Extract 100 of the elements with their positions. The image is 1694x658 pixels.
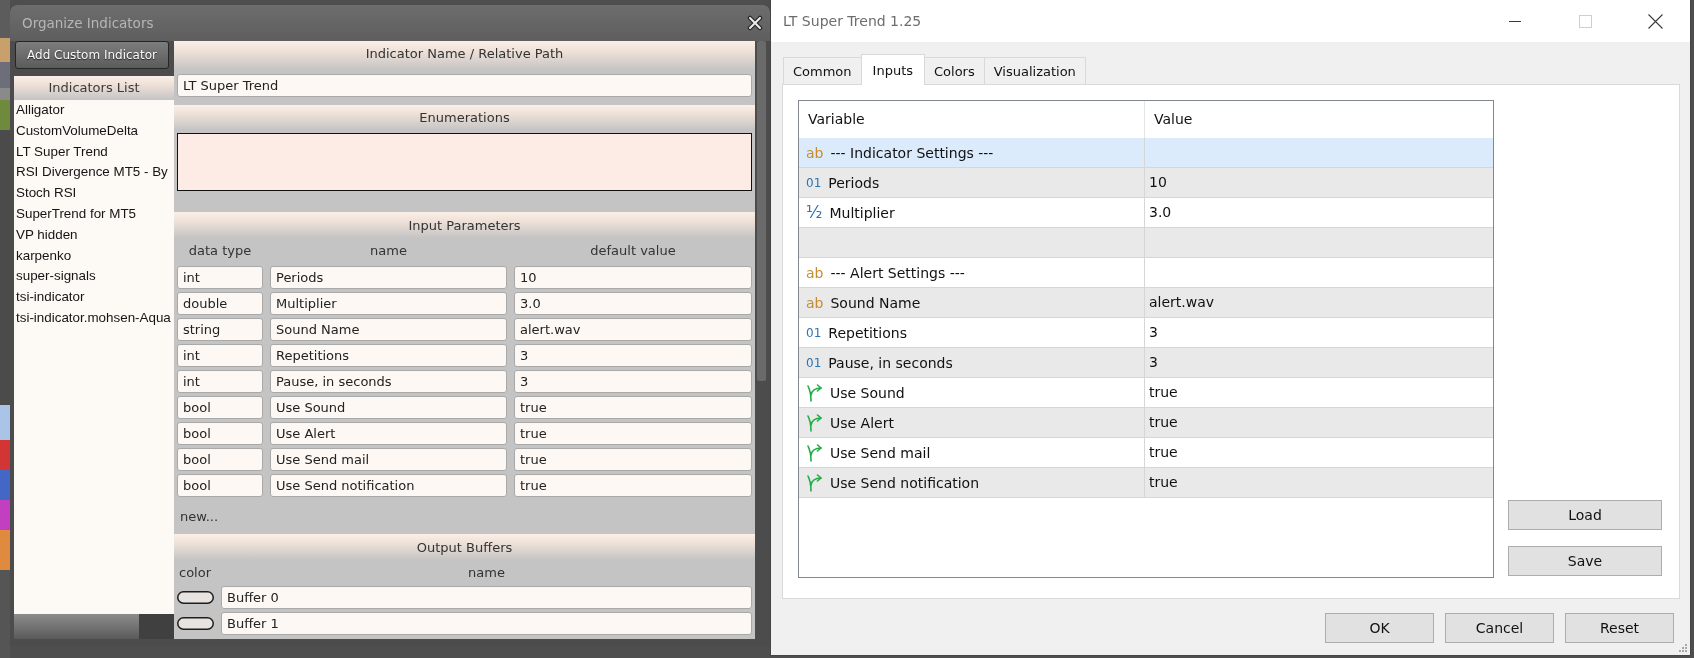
parameter-name-field[interactable]: Periods	[270, 266, 507, 289]
dialog-button[interactable]: Reset	[1565, 613, 1674, 643]
variable-name: Multiplier	[829, 204, 895, 221]
grid-row[interactable]: ab --- Alert Settings ---	[799, 258, 1493, 288]
string-type-icon: ab	[806, 295, 824, 310]
list-item[interactable]: tsi-indicator.mohsen-Aqua	[14, 307, 174, 329]
value-cell-text: 3.0	[1148, 203, 1173, 222]
scrollbar-thumb[interactable]	[757, 41, 766, 381]
grid-row[interactable]: ab Sound Name alert.wav	[799, 288, 1493, 318]
default-value-field[interactable]: alert.wav	[514, 318, 752, 341]
list-item[interactable]: Alligator	[14, 100, 174, 121]
data-type-field[interactable]: bool	[177, 422, 263, 445]
dialog-button[interactable]: Cancel	[1445, 613, 1554, 643]
dialog-button[interactable]: Save	[1508, 546, 1662, 576]
data-type-field[interactable]: int	[177, 266, 263, 289]
default-value-field[interactable]: 3.0	[514, 292, 752, 315]
close-icon[interactable]	[747, 15, 763, 31]
data-type-field[interactable]: string	[177, 318, 263, 341]
minimize-icon[interactable]	[1509, 20, 1521, 22]
buffer-name-field[interactable]: Buffer 0	[221, 586, 752, 609]
parameter-name-field[interactable]: Use Send notification	[270, 474, 507, 497]
list-item[interactable]: LT Super Trend	[14, 141, 174, 163]
data-type-field[interactable]: int	[177, 370, 263, 393]
list-item[interactable]: karpenko	[14, 245, 174, 267]
fraction-type-icon: ½	[806, 204, 823, 221]
branch-arrow-icon	[806, 383, 823, 402]
data-type-field[interactable]: bool	[177, 396, 263, 419]
default-value-field[interactable]: true	[514, 422, 752, 445]
default-value-field[interactable]: true	[514, 396, 752, 419]
list-item[interactable]: super-signals	[14, 266, 174, 288]
grid-row[interactable]: 01 Repetitions 3	[799, 318, 1493, 348]
integer-type-icon: 01	[806, 176, 822, 189]
default-value-field[interactable]: 3	[514, 344, 752, 367]
default-value-field[interactable]: true	[514, 448, 752, 471]
default-value-field[interactable]: 10	[514, 266, 752, 289]
tab[interactable]: Common	[783, 57, 862, 84]
grid-row[interactable]: ½ Multiplier 3.0	[799, 198, 1493, 228]
scrollbar-thumb[interactable]	[14, 614, 139, 639]
grid-row[interactable]: Use Send notification true	[799, 468, 1493, 498]
value-cell-text: 3	[1148, 353, 1159, 372]
grid-row[interactable]: Use Alert true	[799, 408, 1493, 438]
text-field[interactable]: LT Super Trend	[177, 74, 752, 97]
data-type-field[interactable]: double	[177, 292, 263, 315]
resize-grip-icon[interactable]	[1679, 644, 1687, 652]
tab[interactable]: Visualization	[983, 57, 1086, 84]
list-item[interactable]: tsi-indicator	[14, 287, 174, 308]
value-cell-text: 3	[1148, 323, 1159, 342]
parameter-name-field[interactable]: Pause, in seconds	[270, 370, 507, 393]
value-cell-text: true	[1148, 473, 1179, 492]
branch-arrow-icon	[806, 473, 823, 492]
string-type-icon: ab	[806, 265, 824, 280]
data-type-field[interactable]: bool	[177, 448, 263, 471]
variable-name: Use Alert	[830, 414, 894, 431]
integer-type-icon: 01	[806, 356, 822, 369]
dialog-button[interactable]: OK	[1325, 613, 1434, 643]
integer-type-icon: 01	[806, 326, 822, 339]
parameter-name-field[interactable]: Repetitions	[270, 344, 507, 367]
data-type-field[interactable]: int	[177, 344, 263, 367]
parameter-name-field[interactable]: Use Send mail	[270, 448, 507, 471]
variable-name: Use Sound	[830, 384, 905, 401]
parameter-name-field[interactable]: Use Alert	[270, 422, 507, 445]
horizontal-scrollbar[interactable]	[14, 614, 174, 639]
variable-name: --- Indicator Settings ---	[830, 144, 994, 161]
close-icon[interactable]	[1647, 13, 1663, 29]
list-item[interactable]: RSI Divergence MT5 - By	[14, 162, 174, 184]
grid-row[interactable]: ab --- Indicator Settings ---	[799, 138, 1493, 168]
parameter-name-field[interactable]: Use Sound	[270, 396, 507, 419]
grid-row[interactable]: 01 Periods 10	[799, 168, 1493, 198]
section-header: Input Parameters	[174, 212, 755, 238]
variable-name: Pause, in seconds	[828, 354, 953, 371]
variable-name: Repetitions	[828, 324, 907, 341]
window-title: LT Super Trend 1.25	[783, 13, 922, 29]
default-value-field[interactable]: true	[514, 474, 752, 497]
value-cell-text: true	[1148, 443, 1179, 462]
column-header: name	[369, 242, 408, 260]
parameter-name-field[interactable]: Multiplier	[270, 292, 507, 315]
grid-row[interactable]: 01 Pause, in seconds 3	[799, 348, 1493, 378]
color-swatch-icon[interactable]	[177, 591, 214, 604]
dialog-button[interactable]: Load	[1508, 500, 1662, 530]
window-title: Organize Indicators	[22, 15, 154, 31]
default-value-field[interactable]: 3	[514, 370, 752, 393]
grid-row[interactable]: Use Send mail true	[799, 438, 1493, 468]
new-parameter-link[interactable]: new...	[180, 509, 219, 524]
tab[interactable]: Inputs	[860, 54, 925, 85]
branch-arrow-icon	[806, 443, 823, 462]
buffer-name-field[interactable]: Buffer 1	[221, 612, 752, 635]
list-item[interactable]: VP hidden	[14, 224, 174, 246]
section-header: Indicator Name / Relative Path	[174, 41, 755, 70]
list-item[interactable]: Stoch RSI	[14, 183, 174, 204]
grid-row[interactable]: Use Sound true	[799, 378, 1493, 408]
parameter-name-field[interactable]: Sound Name	[270, 318, 507, 341]
list-item[interactable]: SuperTrend for MT5	[14, 204, 174, 225]
list-item[interactable]: CustomVolumeDelta	[14, 120, 174, 142]
value-cell-text: alert.wav	[1148, 293, 1216, 312]
add-custom-indicator-button[interactable]: Add Custom Indicator	[15, 41, 169, 69]
enumerations-field[interactable]	[177, 133, 752, 191]
data-type-field[interactable]: bool	[177, 474, 263, 497]
column-header: color	[178, 564, 212, 582]
column-header: data type	[187, 242, 253, 260]
color-swatch-icon[interactable]	[177, 617, 214, 630]
